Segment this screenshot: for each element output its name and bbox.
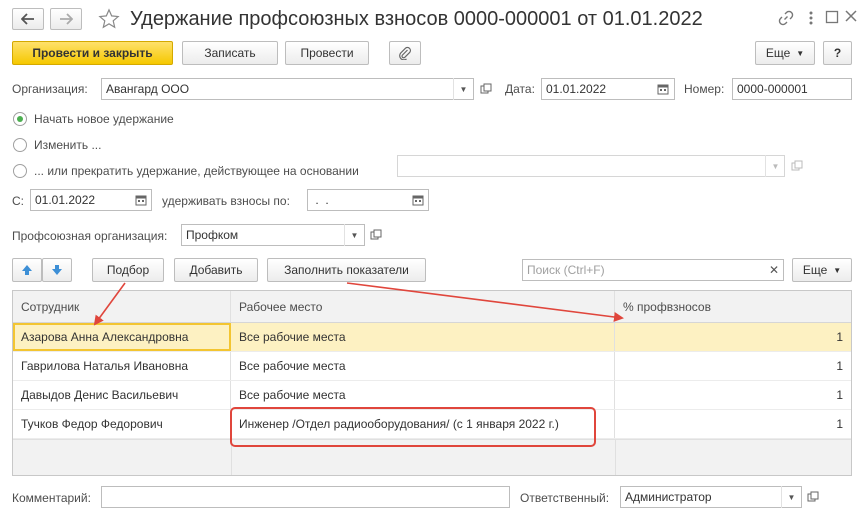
annotation-arrow-employee	[93, 282, 126, 326]
annotation-overlay	[93, 282, 624, 447]
annotation-highlight-box	[230, 407, 596, 447]
comment-field[interactable]	[101, 486, 510, 508]
annotation-arrow-percent	[346, 282, 624, 322]
responsible-dropdown-icon[interactable]: ▼	[781, 486, 801, 508]
responsible-field[interactable]: Администратор	[620, 486, 802, 508]
responsible-value: Администратор	[625, 490, 712, 504]
responsible-open-icon[interactable]	[803, 486, 823, 508]
comment-label: Комментарий:	[12, 491, 91, 505]
responsible-label: Ответственный:	[520, 491, 610, 505]
